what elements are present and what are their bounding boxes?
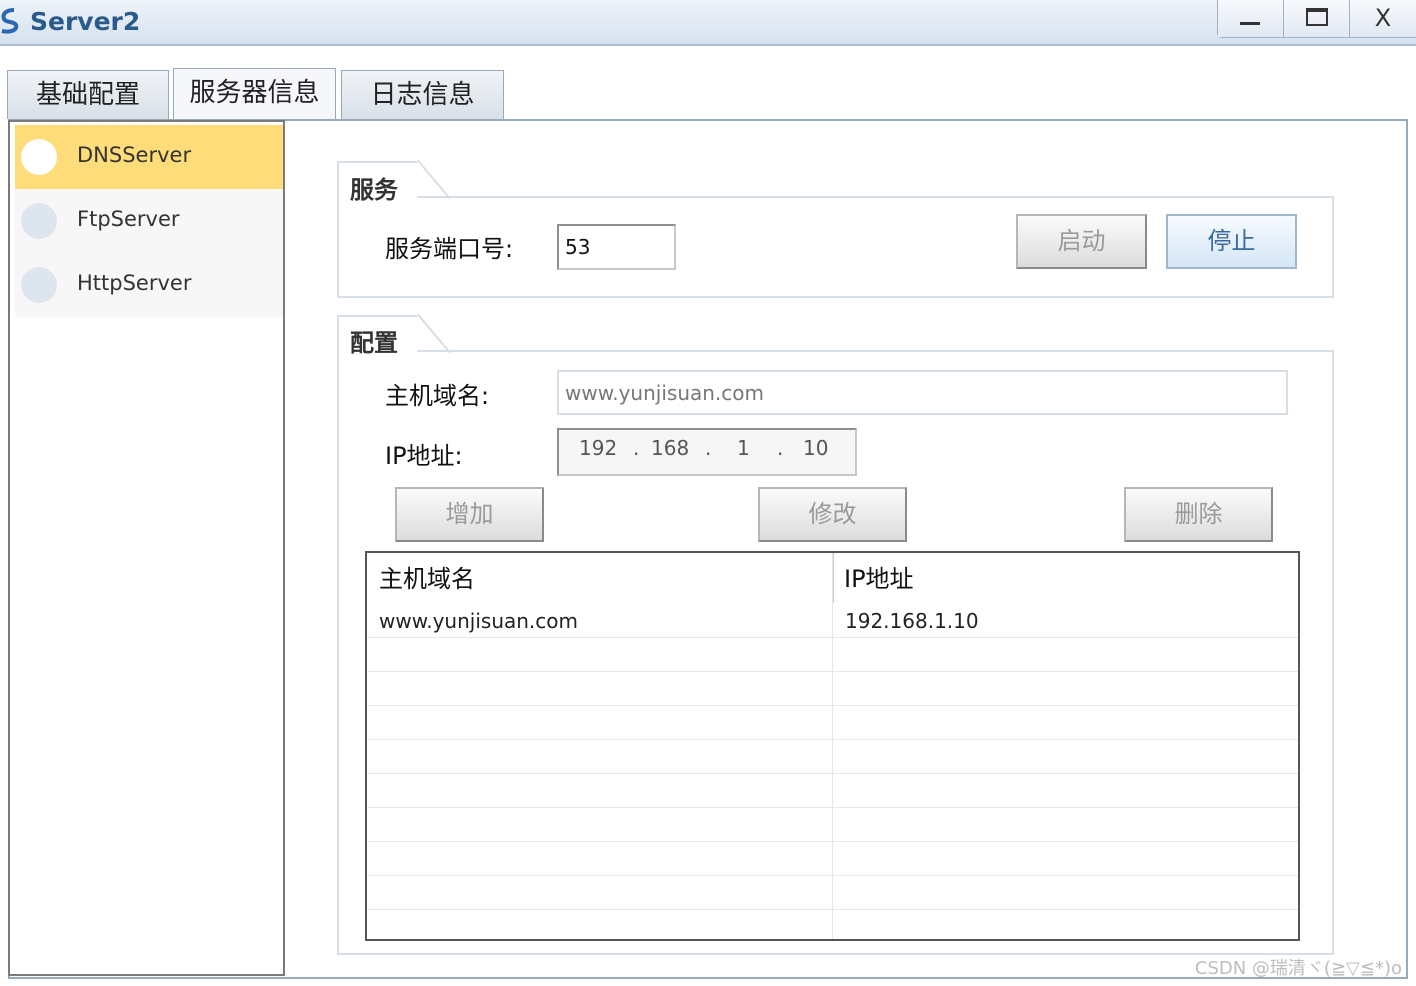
row-divider	[367, 875, 1298, 876]
status-dot-icon	[21, 267, 57, 303]
stop-button[interactable]: 停止	[1166, 214, 1297, 269]
row-divider	[367, 705, 1298, 706]
minimize-icon	[1240, 22, 1260, 25]
close-button[interactable]: X	[1350, 0, 1416, 37]
minimize-button[interactable]	[1218, 0, 1284, 37]
close-icon: X	[1374, 4, 1392, 32]
config-group-title: 配置	[350, 329, 398, 357]
table-cell-domain[interactable]: www.yunjisuan.com	[367, 609, 578, 633]
maximize-button[interactable]	[1284, 0, 1350, 37]
window-title: Server2	[30, 7, 141, 36]
ip-label: IP地址:	[385, 442, 463, 470]
window-controls: X	[1217, 0, 1416, 38]
sidebar-item-label: FtpServer	[77, 207, 180, 231]
tab-log-info[interactable]: 日志信息	[341, 70, 504, 119]
ip-octet-3[interactable]: 1	[737, 436, 750, 460]
sidebar-item-label: DNSServer	[77, 143, 192, 167]
watermark: CSDN @瑞清ヾ(≧▽≦*)o	[1194, 958, 1402, 979]
ip-address-input[interactable]: 192 . 168 . 1 . 10	[557, 428, 857, 476]
sidebar-item-ftpserver[interactable]: FtpServer	[15, 189, 283, 253]
row-divider	[367, 807, 1298, 808]
row-divider	[367, 637, 1298, 638]
ip-octet-4[interactable]: 10	[803, 436, 828, 460]
add-button[interactable]: 增加	[395, 487, 544, 542]
ip-dot: .	[633, 436, 640, 460]
service-group-title: 服务	[350, 176, 398, 204]
domain-input[interactable]	[557, 370, 1288, 415]
row-divider	[367, 671, 1298, 672]
column-header-ip[interactable]: IP地址	[832, 553, 1298, 603]
row-divider	[367, 773, 1298, 774]
port-label: 服务端口号:	[385, 235, 514, 263]
status-dot-icon	[21, 139, 57, 175]
tab-basic-config[interactable]: 基础配置	[7, 70, 169, 119]
ip-dot: .	[777, 436, 784, 460]
dns-records-table: 主机域名 IP地址 www.yunjisuan.com 192.168.1.10	[365, 551, 1300, 941]
ip-octet-1[interactable]: 192	[579, 436, 617, 460]
app-icon	[1, 8, 19, 34]
row-divider	[367, 841, 1298, 842]
sidebar-item-httpserver[interactable]: HttpServer	[15, 253, 283, 317]
row-divider	[367, 909, 1298, 910]
status-dot-icon	[21, 203, 57, 239]
port-input[interactable]	[557, 224, 676, 270]
title-bar: Server2 X	[0, 0, 1416, 46]
row-divider	[367, 739, 1298, 740]
delete-button[interactable]: 删除	[1124, 487, 1273, 542]
domain-label: 主机域名:	[385, 382, 490, 410]
server-list: DNSServer FtpServer HttpServer	[8, 120, 285, 976]
start-button[interactable]: 启动	[1016, 214, 1147, 269]
sidebar-item-dnsserver[interactable]: DNSServer	[15, 125, 283, 189]
tab-server-info[interactable]: 服务器信息	[173, 68, 336, 120]
table-cell-ip[interactable]: 192.168.1.10	[833, 609, 979, 633]
ip-octet-2[interactable]: 168	[651, 436, 689, 460]
modify-button[interactable]: 修改	[758, 487, 907, 542]
ip-dot: .	[705, 436, 712, 460]
sidebar-item-label: HttpServer	[77, 271, 192, 295]
column-header-domain[interactable]: 主机域名	[367, 553, 832, 603]
maximize-icon	[1306, 8, 1328, 26]
